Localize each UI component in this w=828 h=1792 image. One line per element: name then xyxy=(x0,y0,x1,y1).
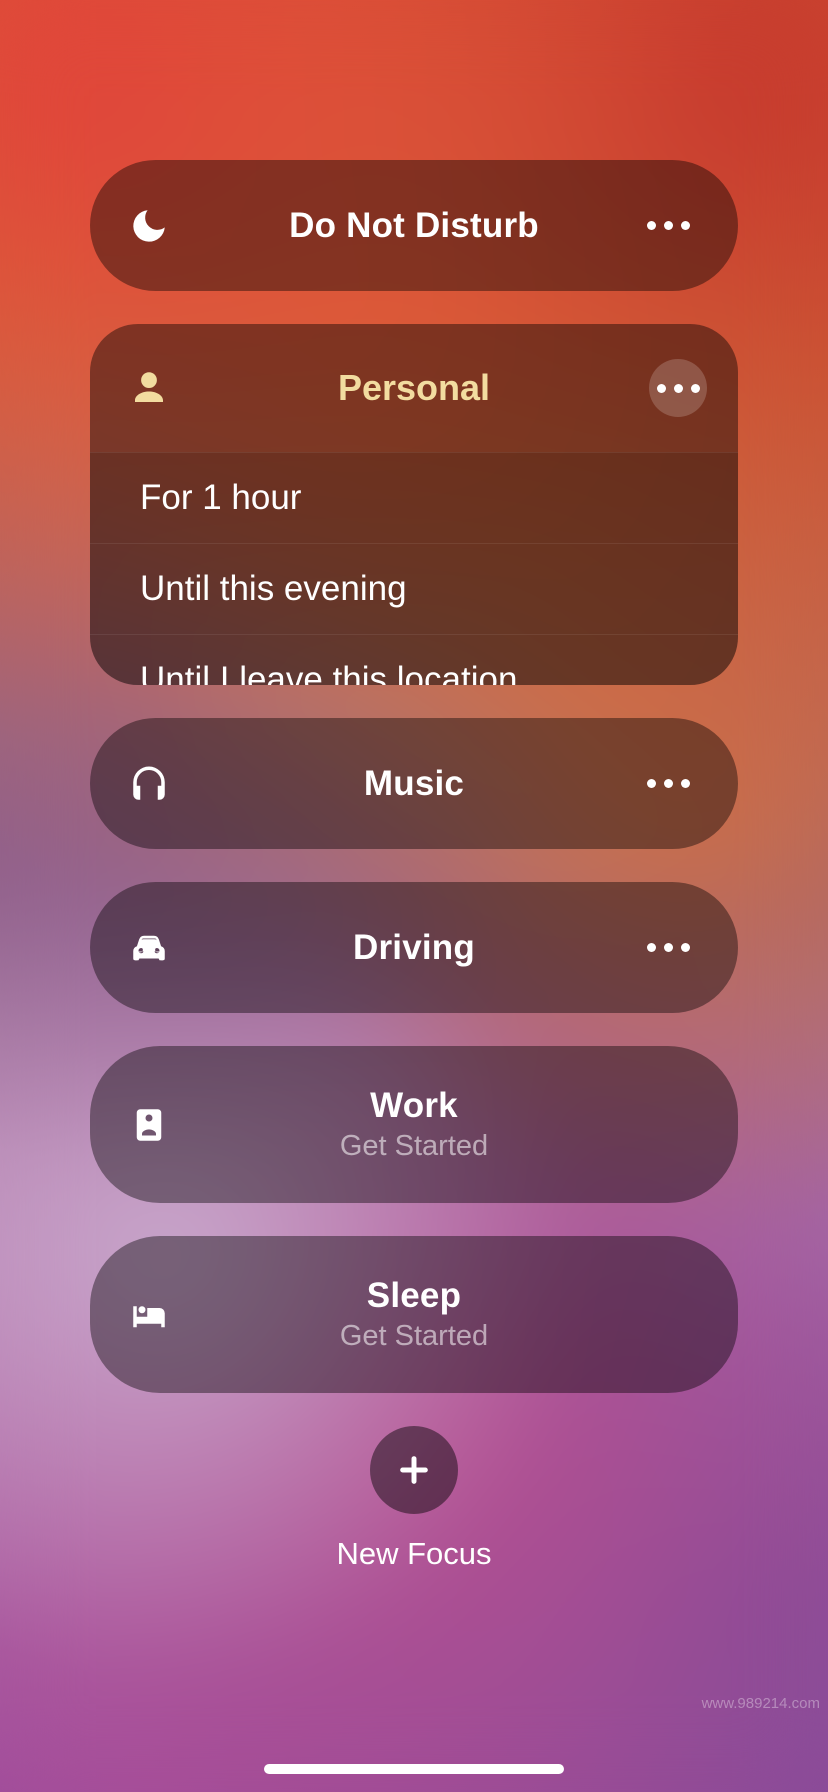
focus-mode-driving[interactable]: Driving xyxy=(90,882,738,1013)
person-icon xyxy=(90,367,210,409)
new-focus-label: New Focus xyxy=(336,1536,491,1572)
focus-mode-personal-expanded: Personal For 1 hour Until this evening U… xyxy=(90,324,738,685)
focus-label: Driving xyxy=(353,928,475,968)
ellipsis-icon xyxy=(647,943,690,952)
car-icon xyxy=(90,927,210,969)
moon-icon xyxy=(90,205,210,247)
duration-option-evening[interactable]: Until this evening xyxy=(90,543,738,634)
focus-sublabel: Get Started xyxy=(340,1130,488,1163)
more-button-music[interactable] xyxy=(618,779,738,788)
ellipsis-icon xyxy=(647,779,690,788)
focus-mode-dnd[interactable]: Do Not Disturb xyxy=(90,160,738,291)
focus-label: Personal xyxy=(210,367,618,409)
bed-icon xyxy=(90,1294,210,1336)
watermark: www.989214.com xyxy=(702,1695,820,1712)
badge-icon xyxy=(90,1104,210,1146)
home-indicator[interactable] xyxy=(264,1764,564,1774)
focus-mode-music[interactable]: Music xyxy=(90,718,738,849)
add-focus-button[interactable] xyxy=(370,1426,458,1514)
focus-label: Music xyxy=(364,764,464,804)
focus-label: Sleep xyxy=(367,1276,461,1316)
more-button-dnd[interactable] xyxy=(618,221,738,230)
focus-sublabel: Get Started xyxy=(340,1320,488,1353)
focus-mode-personal[interactable]: Personal xyxy=(90,324,738,452)
new-focus-section: New Focus xyxy=(90,1426,738,1792)
focus-mode-work[interactable]: Work Get Started xyxy=(90,1046,738,1203)
focus-control-center: Do Not Disturb Personal For 1 hour Until… xyxy=(0,0,828,1792)
ellipsis-icon xyxy=(647,221,690,230)
more-button-driving[interactable] xyxy=(618,943,738,952)
plus-icon xyxy=(397,1453,431,1487)
duration-option-location[interactable]: Until I leave this location Home xyxy=(90,634,738,685)
focus-label: Work xyxy=(370,1086,458,1126)
duration-option-1hour[interactable]: For 1 hour xyxy=(90,452,738,543)
ellipsis-icon xyxy=(657,384,700,393)
more-button-personal[interactable] xyxy=(649,359,707,417)
focus-mode-sleep[interactable]: Sleep Get Started xyxy=(90,1236,738,1393)
focus-label: Do Not Disturb xyxy=(289,206,539,246)
headphones-icon xyxy=(90,763,210,805)
